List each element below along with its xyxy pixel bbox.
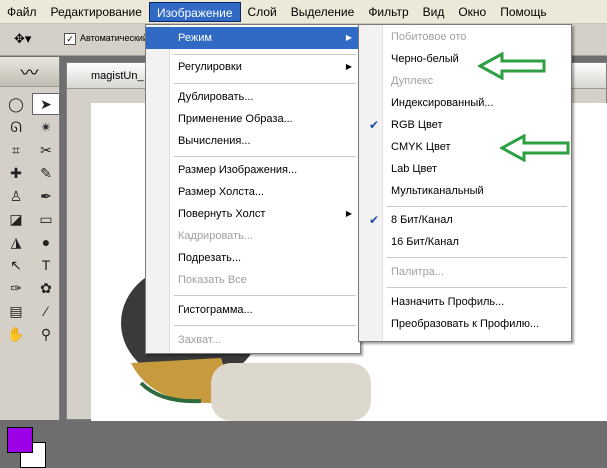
menu-separator bbox=[387, 206, 567, 207]
path-select-icon[interactable]: ↖ bbox=[2, 254, 30, 276]
menu-item-label: Регулировки bbox=[178, 61, 242, 73]
magic-wand-icon[interactable]: ✴ bbox=[32, 116, 60, 138]
foreground-color-swatch[interactable] bbox=[7, 427, 33, 453]
feather-logo-icon: 〰 bbox=[0, 57, 59, 87]
marquee-tool-icon[interactable]: ◯ bbox=[2, 93, 30, 115]
mode-item-bitmap: Побитовое ото bbox=[391, 31, 467, 43]
mode-item-indexed[interactable]: Индексированный... bbox=[359, 92, 571, 114]
menu-item-mode[interactable]: Режим ▶ bbox=[146, 27, 360, 49]
menu-filter[interactable]: Фильтр bbox=[361, 2, 415, 22]
menu-item-apply-image[interactable]: Применение Образа... bbox=[146, 108, 360, 130]
shape-tool-icon[interactable]: ✿ bbox=[32, 277, 60, 299]
checkmark-icon: ✔ bbox=[369, 213, 380, 227]
mode-item-multichannel[interactable]: Мультиканальный bbox=[359, 180, 571, 202]
menu-separator bbox=[174, 54, 356, 55]
menu-separator bbox=[174, 295, 356, 296]
menu-item-trap: Захват... bbox=[178, 334, 221, 346]
menu-item-crop: Кадрировать... bbox=[178, 230, 253, 242]
menu-item-label: RGB Цвет bbox=[391, 119, 443, 131]
mode-item-assign-profile[interactable]: Назначить Профиль... bbox=[359, 291, 571, 313]
pen-tool-icon[interactable]: ✑ bbox=[2, 277, 30, 299]
green-arrow-icon bbox=[478, 52, 546, 80]
menu-item-calculations[interactable]: Вычисления... bbox=[146, 130, 360, 152]
slice-tool-icon[interactable]: ✂ bbox=[32, 139, 60, 161]
menu-item-canvas-size[interactable]: Размер Холста... bbox=[146, 181, 360, 203]
auto-select-label: Автоматический в bbox=[80, 33, 156, 43]
menu-separator bbox=[387, 287, 567, 288]
mode-item-palette: Палитра... bbox=[391, 266, 445, 278]
move-tool-icon[interactable]: ✥▾ bbox=[14, 31, 44, 49]
auto-select-checkbox[interactable]: ✓ bbox=[64, 33, 76, 45]
submenu-arrow-icon: ▶ bbox=[345, 209, 352, 218]
brush-tool-icon[interactable]: ✎ bbox=[32, 162, 60, 184]
menu-select[interactable]: Выделение bbox=[284, 2, 362, 22]
menu-item-label: 8 Бит/Канал bbox=[391, 214, 453, 226]
stamp-tool-icon[interactable]: ♙ bbox=[2, 185, 30, 207]
tassel-shape bbox=[131, 358, 225, 403]
crop-tool-icon[interactable]: ⌗ bbox=[2, 139, 30, 161]
arrow-outline bbox=[500, 134, 570, 162]
menu-item-image-size[interactable]: Размер Изображения... bbox=[146, 159, 360, 181]
mode-item-8bit[interactable]: ✔ 8 Бит/Канал bbox=[359, 209, 571, 231]
menu-item-label: Режим bbox=[178, 32, 212, 44]
scroll-shape bbox=[211, 363, 371, 421]
zoom-tool-icon[interactable]: ⚲ bbox=[32, 323, 60, 345]
toolbox: 〰 ◯ ➤ ᘏ ✴ ⌗ ✂ ✚ ✎ ♙ ✒ ◪ ▭ ◮ ● ↖ T ✑ ✿ ▤ … bbox=[0, 57, 60, 468]
history-brush-icon[interactable]: ✒ bbox=[32, 185, 60, 207]
image-menu-dropdown: Режим ▶ Регулировки ▶ Дублировать... При… bbox=[145, 24, 361, 354]
submenu-arrow-icon: ▶ bbox=[345, 62, 352, 71]
menu-help[interactable]: Помощь bbox=[493, 2, 553, 22]
hand-tool-icon[interactable]: ✋ bbox=[2, 323, 30, 345]
menu-item-histogram[interactable]: Гистограмма... bbox=[146, 299, 360, 321]
menu-edit[interactable]: Редактирование bbox=[44, 2, 149, 22]
menu-item-adjust[interactable]: Регулировки ▶ bbox=[146, 56, 360, 78]
menu-separator bbox=[174, 83, 356, 84]
menu-item-label: Повернуть Холст bbox=[178, 208, 266, 220]
menu-view[interactable]: Вид bbox=[416, 2, 452, 22]
menu-item-duplicate[interactable]: Дублировать... bbox=[146, 86, 360, 108]
menu-separator bbox=[387, 257, 567, 258]
menu-layer[interactable]: Слой bbox=[241, 2, 284, 22]
checkmark-icon: ✔ bbox=[369, 118, 380, 132]
menu-item-trim[interactable]: Подрезать... bbox=[146, 247, 360, 269]
type-tool-icon[interactable]: T bbox=[32, 254, 60, 276]
eraser-tool-icon[interactable]: ◪ bbox=[2, 208, 30, 230]
menu-separator bbox=[174, 325, 356, 326]
healing-tool-icon[interactable]: ✚ bbox=[2, 162, 30, 184]
menu-item-rotate-canvas[interactable]: Повернуть Холст ▶ bbox=[146, 203, 360, 225]
blur-tool-icon[interactable]: ◮ bbox=[2, 231, 30, 253]
menu-separator bbox=[174, 156, 356, 157]
menu-item-reveal-all: Показать Все bbox=[178, 274, 247, 286]
menu-image[interactable]: Изображение bbox=[148, 1, 241, 22]
eyedropper-icon[interactable]: ⁄ bbox=[32, 300, 60, 322]
move-tool-icon[interactable]: ➤ bbox=[32, 93, 60, 115]
mode-item-rgb[interactable]: ✔ RGB Цвет bbox=[359, 114, 571, 136]
gradient-tool-icon[interactable]: ▭ bbox=[32, 208, 60, 230]
notes-tool-icon[interactable]: ▤ bbox=[2, 300, 30, 322]
dodge-tool-icon[interactable]: ● bbox=[32, 231, 60, 253]
submenu-arrow-icon: ▶ bbox=[345, 33, 352, 42]
menu-window[interactable]: Окно bbox=[451, 2, 493, 22]
mode-item-16bit[interactable]: 16 Бит/Канал bbox=[359, 231, 571, 253]
lasso-tool-icon[interactable]: ᘏ bbox=[2, 116, 30, 138]
green-arrow-icon bbox=[500, 134, 570, 162]
arrow-outline bbox=[478, 52, 546, 80]
menu-bar: Файл Редактирование Изображение Слой Выд… bbox=[0, 0, 607, 24]
mode-item-convert-profile[interactable]: Преобразовать к Профилю... bbox=[359, 313, 571, 335]
menu-file[interactable]: Файл bbox=[0, 2, 44, 22]
